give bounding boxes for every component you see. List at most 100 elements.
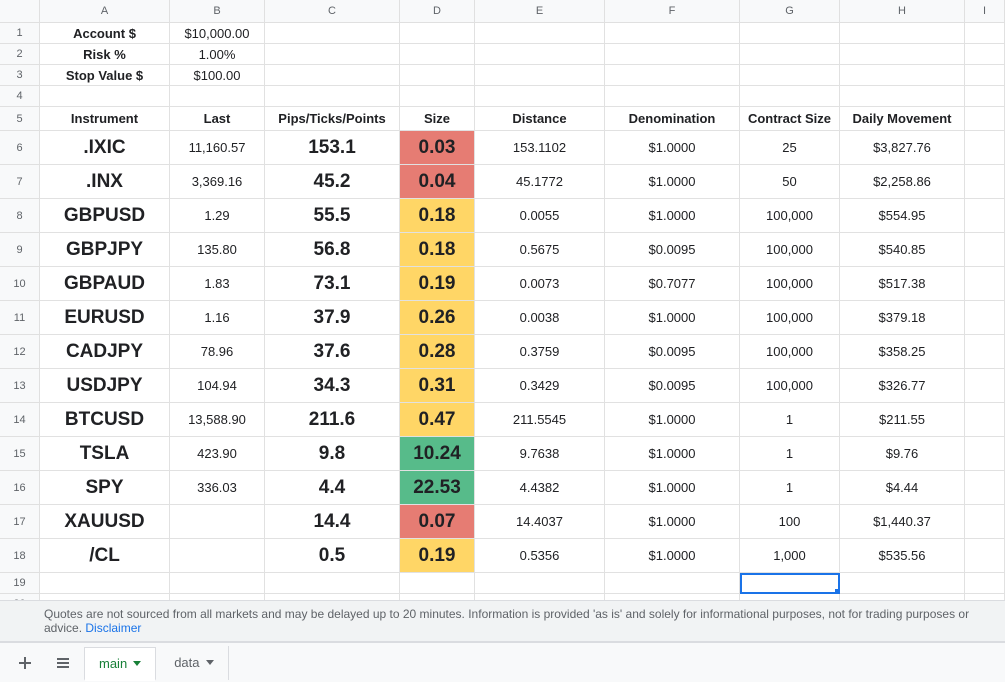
row-header-2[interactable]: 2 bbox=[0, 44, 40, 65]
col-header-C[interactable]: C bbox=[265, 0, 400, 23]
cell-H1[interactable] bbox=[840, 23, 965, 44]
cell-E19[interactable] bbox=[475, 573, 605, 594]
cell-I3[interactable] bbox=[965, 65, 1005, 86]
cell-F18[interactable]: $1.0000 bbox=[605, 539, 740, 573]
cell-F3[interactable] bbox=[605, 65, 740, 86]
cell-A18[interactable]: /CL bbox=[40, 539, 170, 573]
col-header-E[interactable]: E bbox=[475, 0, 605, 23]
cell-F2[interactable] bbox=[605, 44, 740, 65]
cell-A19[interactable] bbox=[40, 573, 170, 594]
cell-H2[interactable] bbox=[840, 44, 965, 65]
cell-F13[interactable]: $0.0095 bbox=[605, 369, 740, 403]
cell-G15[interactable]: 1 bbox=[740, 437, 840, 471]
cell-F1[interactable] bbox=[605, 23, 740, 44]
cell-I12[interactable] bbox=[965, 335, 1005, 369]
cell-F9[interactable]: $0.0095 bbox=[605, 233, 740, 267]
cell-B12[interactable]: 78.96 bbox=[170, 335, 265, 369]
cell-C19[interactable] bbox=[265, 573, 400, 594]
cell-D19[interactable] bbox=[400, 573, 475, 594]
cell-G11[interactable]: 100,000 bbox=[740, 301, 840, 335]
cell-I15[interactable] bbox=[965, 437, 1005, 471]
cell-H8[interactable]: $554.95 bbox=[840, 199, 965, 233]
cell-D11[interactable]: 0.26 bbox=[400, 301, 475, 335]
cell-A4[interactable] bbox=[40, 86, 170, 107]
cell-A9[interactable]: GBPJPY bbox=[40, 233, 170, 267]
cell-E3[interactable] bbox=[475, 65, 605, 86]
cell-E13[interactable]: 0.3429 bbox=[475, 369, 605, 403]
cell-E18[interactable]: 0.5356 bbox=[475, 539, 605, 573]
cell-C7[interactable]: 45.2 bbox=[265, 165, 400, 199]
cell-C15[interactable]: 9.8 bbox=[265, 437, 400, 471]
cell-B11[interactable]: 1.16 bbox=[170, 301, 265, 335]
sheet-tab-data[interactable]: data bbox=[160, 646, 228, 680]
cell-A1[interactable]: Account $ bbox=[40, 23, 170, 44]
cell-H17[interactable]: $1,440.37 bbox=[840, 505, 965, 539]
cell-B3[interactable]: $100.00 bbox=[170, 65, 265, 86]
cell-I10[interactable] bbox=[965, 267, 1005, 301]
cell-A2[interactable]: Risk % bbox=[40, 44, 170, 65]
cell-I18[interactable] bbox=[965, 539, 1005, 573]
cell-D5[interactable]: Size bbox=[400, 107, 475, 131]
cell-C14[interactable]: 211.6 bbox=[265, 403, 400, 437]
spreadsheet-grid[interactable]: ABCDEFGHI1Account $$10,000.002Risk %1.00… bbox=[0, 0, 1005, 615]
row-header-3[interactable]: 3 bbox=[0, 65, 40, 86]
cell-F14[interactable]: $1.0000 bbox=[605, 403, 740, 437]
cell-E2[interactable] bbox=[475, 44, 605, 65]
cell-I19[interactable] bbox=[965, 573, 1005, 594]
cell-F5[interactable]: Denomination bbox=[605, 107, 740, 131]
cell-F17[interactable]: $1.0000 bbox=[605, 505, 740, 539]
cell-B18[interactable] bbox=[170, 539, 265, 573]
cell-A10[interactable]: GBPAUD bbox=[40, 267, 170, 301]
cell-C9[interactable]: 56.8 bbox=[265, 233, 400, 267]
cell-I2[interactable] bbox=[965, 44, 1005, 65]
cell-A12[interactable]: CADJPY bbox=[40, 335, 170, 369]
cell-G16[interactable]: 1 bbox=[740, 471, 840, 505]
cell-D15[interactable]: 10.24 bbox=[400, 437, 475, 471]
cell-A14[interactable]: BTCUSD bbox=[40, 403, 170, 437]
cell-E9[interactable]: 0.5675 bbox=[475, 233, 605, 267]
cell-C12[interactable]: 37.6 bbox=[265, 335, 400, 369]
cell-D18[interactable]: 0.19 bbox=[400, 539, 475, 573]
cell-B14[interactable]: 13,588.90 bbox=[170, 403, 265, 437]
cell-B10[interactable]: 1.83 bbox=[170, 267, 265, 301]
cell-E15[interactable]: 9.7638 bbox=[475, 437, 605, 471]
row-header-1[interactable]: 1 bbox=[0, 23, 40, 44]
cell-D3[interactable] bbox=[400, 65, 475, 86]
cell-E12[interactable]: 0.3759 bbox=[475, 335, 605, 369]
cell-G6[interactable]: 25 bbox=[740, 131, 840, 165]
row-header-18[interactable]: 18 bbox=[0, 539, 40, 573]
cell-D6[interactable]: 0.03 bbox=[400, 131, 475, 165]
cell-B13[interactable]: 104.94 bbox=[170, 369, 265, 403]
cell-E10[interactable]: 0.0073 bbox=[475, 267, 605, 301]
cell-G1[interactable] bbox=[740, 23, 840, 44]
row-header-16[interactable]: 16 bbox=[0, 471, 40, 505]
cell-F6[interactable]: $1.0000 bbox=[605, 131, 740, 165]
cell-E17[interactable]: 14.4037 bbox=[475, 505, 605, 539]
select-all[interactable] bbox=[0, 0, 40, 23]
row-header-7[interactable]: 7 bbox=[0, 165, 40, 199]
cell-C1[interactable] bbox=[265, 23, 400, 44]
cell-E14[interactable]: 211.5545 bbox=[475, 403, 605, 437]
cell-D10[interactable]: 0.19 bbox=[400, 267, 475, 301]
cell-H12[interactable]: $358.25 bbox=[840, 335, 965, 369]
cell-H4[interactable] bbox=[840, 86, 965, 107]
cell-E5[interactable]: Distance bbox=[475, 107, 605, 131]
cell-H11[interactable]: $379.18 bbox=[840, 301, 965, 335]
cell-B2[interactable]: 1.00% bbox=[170, 44, 265, 65]
col-header-H[interactable]: H bbox=[840, 0, 965, 23]
cell-G4[interactable] bbox=[740, 86, 840, 107]
cell-B8[interactable]: 1.29 bbox=[170, 199, 265, 233]
cell-D7[interactable]: 0.04 bbox=[400, 165, 475, 199]
cell-G3[interactable] bbox=[740, 65, 840, 86]
row-header-5[interactable]: 5 bbox=[0, 107, 40, 131]
cell-H6[interactable]: $3,827.76 bbox=[840, 131, 965, 165]
cell-F16[interactable]: $1.0000 bbox=[605, 471, 740, 505]
cell-H5[interactable]: Daily Movement bbox=[840, 107, 965, 131]
cell-I4[interactable] bbox=[965, 86, 1005, 107]
cell-I13[interactable] bbox=[965, 369, 1005, 403]
cell-G9[interactable]: 100,000 bbox=[740, 233, 840, 267]
cell-F12[interactable]: $0.0095 bbox=[605, 335, 740, 369]
disclaimer-link[interactable]: Disclaimer bbox=[85, 621, 141, 635]
row-header-9[interactable]: 9 bbox=[0, 233, 40, 267]
cell-G5[interactable]: Contract Size bbox=[740, 107, 840, 131]
